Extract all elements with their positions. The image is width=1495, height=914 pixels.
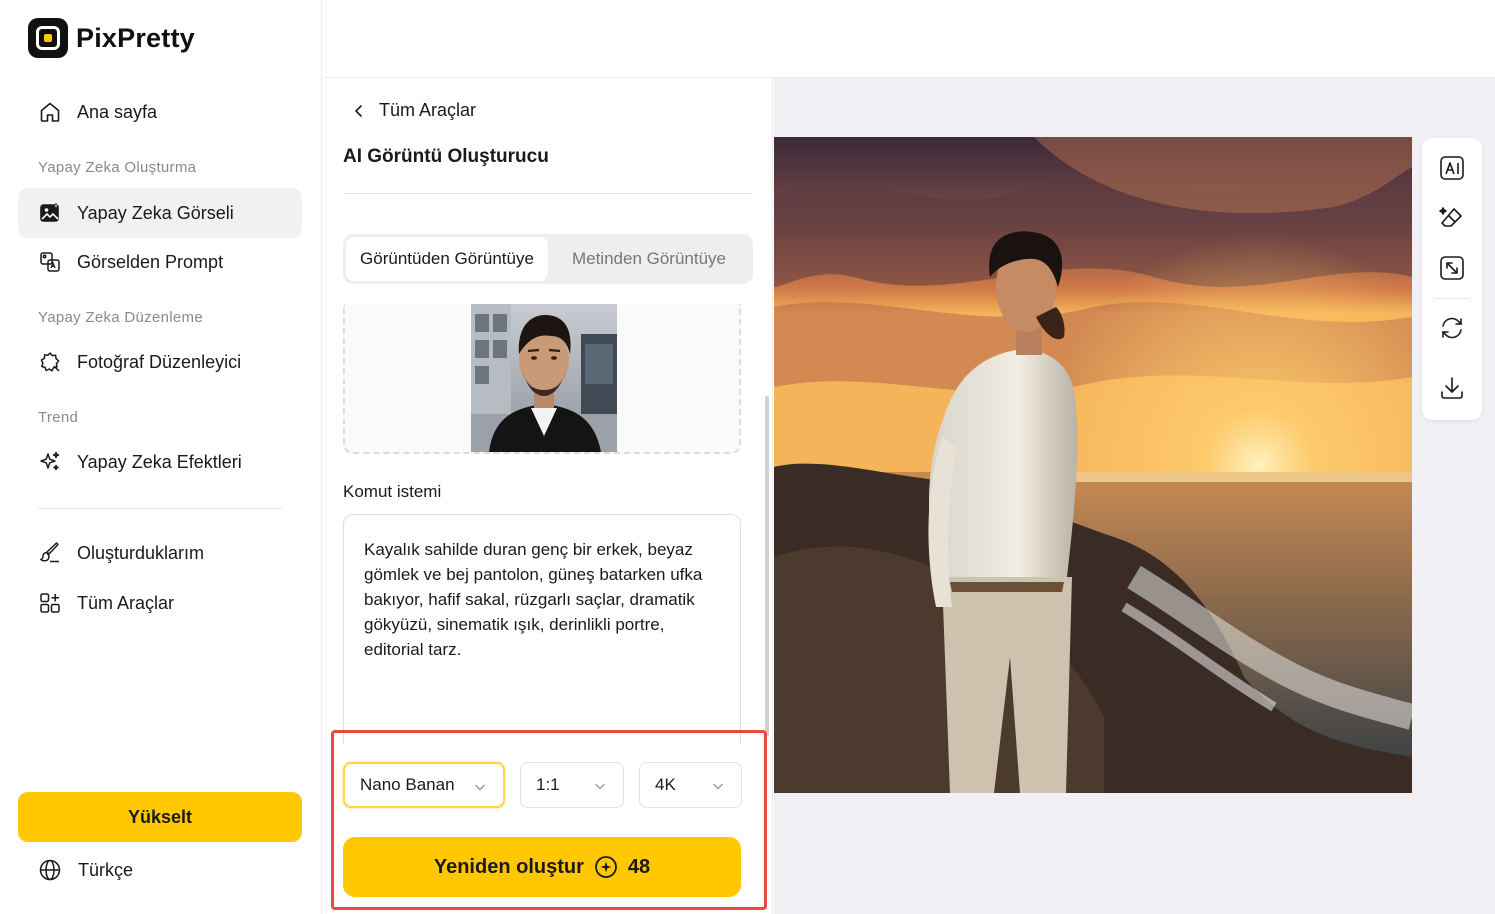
reference-image-dropzone[interactable] [343, 304, 741, 454]
top-bar [323, 0, 1495, 78]
sidebar-item-image-to-prompt[interactable]: Görselden Prompt [18, 237, 302, 287]
sunset-portrait-image [774, 137, 1412, 793]
sidebar-item-photo-editor[interactable]: Fotoğraf Düzenleyici [18, 337, 302, 387]
eraser-icon[interactable] [1438, 204, 1466, 232]
sparkle-icon [40, 451, 60, 471]
grid-icon [40, 593, 60, 613]
credit-icon [594, 856, 617, 878]
section-label-edit: Yapay Zeka Düzenleme [38, 309, 203, 326]
ratio-select-value: 1:1 [536, 775, 560, 794]
generated-image[interactable] [774, 137, 1412, 793]
mode-tabs: Görüntüden Görüntüye Metinden Görüntüye [343, 234, 753, 284]
sidebar-item-label: Oluşturduklarım [77, 542, 205, 563]
credit-count: 48 [627, 855, 651, 878]
tab-text-to-image[interactable]: Metinden Görüntüye [548, 237, 750, 281]
model-select[interactable]: Nano Banan [343, 762, 505, 808]
sidebar-item-label: Yapay Zeka Efektleri [77, 451, 242, 472]
photo-editor-icon [40, 352, 60, 372]
section-label-trend: Trend [38, 409, 79, 426]
brand-name: PixPretty [76, 22, 195, 53]
toolbar-divider [1434, 298, 1470, 299]
upgrade-button[interactable]: Yükselt [18, 792, 302, 842]
image-prompt-icon [40, 252, 60, 272]
panel-divider [343, 193, 753, 194]
home-icon [40, 102, 60, 122]
language-label: Türkçe [78, 859, 134, 880]
brand-logo[interactable]: PixPretty [28, 18, 195, 58]
sidebar-item-label: Tüm Araçlar [77, 592, 175, 613]
ai-text-icon[interactable] [1438, 154, 1466, 182]
back-link-label: Tüm Araçlar [379, 100, 477, 120]
sidebar-divider [38, 508, 282, 509]
sidebar-item-label: Yapay Zeka Görseli [77, 202, 234, 223]
sidebar-item-ai-effects[interactable]: Yapay Zeka Efektleri [18, 437, 302, 487]
globe-icon [39, 859, 61, 881]
sidebar: PixPretty Ana sayfa Yapay Zeka Oluşturma… [0, 0, 322, 914]
chevron-down-icon [475, 784, 485, 791]
regenerate-label: Yeniden oluştur [433, 855, 584, 878]
ai-image-icon [40, 202, 60, 222]
download-icon[interactable] [1438, 374, 1466, 402]
sidebar-item-all-tools[interactable]: Tüm Araçlar [18, 578, 302, 628]
ratio-select[interactable]: 1:1 [520, 762, 624, 808]
reference-image-thumbnail[interactable] [471, 304, 617, 452]
tab-image-to-image[interactable]: Görüntüden Görüntüye [346, 237, 548, 281]
panel-title: AI Görüntü Oluşturucu [343, 146, 549, 167]
refresh-icon[interactable] [1438, 314, 1466, 342]
back-link[interactable]: Tüm Araçlar [351, 100, 476, 121]
logo-icon [28, 18, 68, 58]
regenerate-button[interactable]: Yeniden oluştur 48 [343, 837, 741, 897]
sidebar-item-ai-image[interactable]: Yapay Zeka Görseli [18, 188, 302, 238]
sidebar-item-home[interactable]: Ana sayfa [18, 87, 302, 137]
model-select-value: Nano Banan [360, 775, 455, 794]
sidebar-item-my-creations[interactable]: Oluşturduklarım [18, 528, 302, 578]
prompt-textarea[interactable]: Kayalık sahilde duran genç bir erkek, be… [343, 514, 741, 744]
portrait-image [471, 304, 617, 452]
language-selector[interactable]: Türkçe [38, 858, 133, 882]
sidebar-item-label: Fotoğraf Düzenleyici [77, 351, 242, 372]
resolution-select-value: 4K [655, 775, 676, 794]
sidebar-item-label: Görselden Prompt [77, 251, 224, 272]
sidebar-item-label: Ana sayfa [77, 101, 158, 122]
chevron-left-icon [354, 104, 362, 117]
resize-icon[interactable] [1438, 254, 1466, 282]
brush-icon [40, 542, 59, 563]
prompt-label: Komut istemi [343, 482, 442, 501]
chevron-down-icon [595, 783, 605, 790]
chevron-down-icon [713, 783, 723, 790]
image-toolbar [1422, 138, 1482, 420]
resolution-select[interactable]: 4K [639, 762, 742, 808]
section-label-create: Yapay Zeka Oluşturma [38, 159, 197, 176]
panel-scrollbar[interactable] [765, 396, 769, 736]
